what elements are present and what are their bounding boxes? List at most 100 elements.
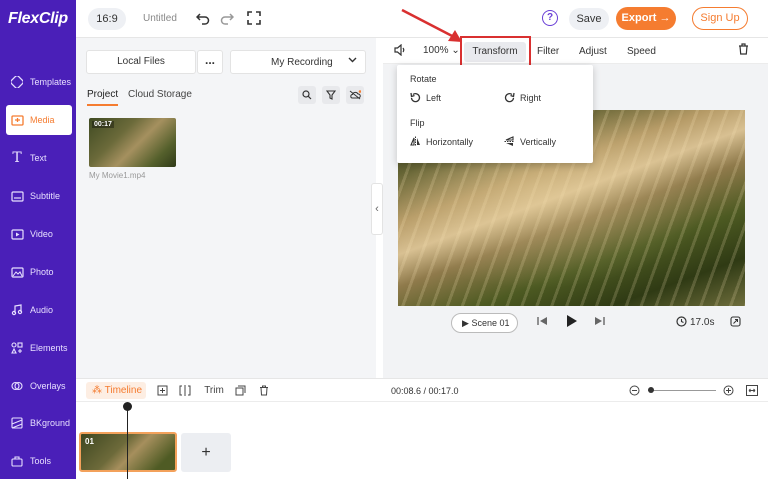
- sidebar-item-video[interactable]: Video: [6, 219, 72, 249]
- redo-icon[interactable]: [219, 10, 235, 26]
- zoom-slider-track[interactable]: [648, 390, 716, 391]
- video-icon: [10, 227, 24, 241]
- sidebar-item-text[interactable]: T Text: [6, 143, 72, 173]
- highlight-box: [460, 36, 531, 67]
- local-files-button[interactable]: Local Files: [86, 50, 196, 74]
- rotate-heading: Rotate: [410, 74, 437, 84]
- playhead-line[interactable]: [127, 405, 128, 479]
- sidebar-item-background[interactable]: BKground: [6, 408, 72, 438]
- undo-icon[interactable]: [195, 10, 211, 26]
- sidebar-item-label: Photo: [30, 267, 54, 277]
- sidebar-item-subtitle[interactable]: Subtitle: [6, 181, 72, 211]
- sidebar-item-overlays[interactable]: Overlays: [6, 371, 72, 401]
- export-button[interactable]: Export →: [616, 7, 676, 30]
- elements-icon: [10, 341, 24, 355]
- zoom-out-icon[interactable]: [628, 384, 640, 396]
- media-panel: Local Files ... My Recording Project Clo…: [76, 38, 376, 378]
- rotate-left-option[interactable]: Left: [410, 92, 441, 103]
- duplicate-icon[interactable]: [234, 384, 246, 396]
- cloud-off-icon[interactable]: [346, 86, 364, 104]
- project-title[interactable]: Untitled: [143, 13, 177, 24]
- text-icon: T: [12, 150, 22, 166]
- zoom-in-icon[interactable]: [722, 384, 734, 396]
- background-icon: [10, 416, 24, 430]
- audio-icon: [10, 303, 24, 317]
- help-icon[interactable]: ?: [542, 10, 558, 26]
- media-filename: My Movie1.mp4: [89, 171, 146, 180]
- sidebar-item-label: Elements: [30, 343, 68, 353]
- chevron-down-icon: [348, 55, 357, 67]
- more-options-button[interactable]: ...: [197, 50, 223, 74]
- logo-area: FlexClip: [0, 0, 76, 38]
- collapse-panel-button[interactable]: ‹: [371, 183, 383, 235]
- my-recording-dropdown[interactable]: My Recording: [230, 50, 366, 74]
- split-icon[interactable]: [179, 384, 191, 396]
- flip-vertical-option[interactable]: Vertically: [504, 136, 556, 147]
- clip-number: 01: [85, 437, 94, 446]
- scene-label: Scene 01: [471, 318, 510, 328]
- media-thumbnail[interactable]: 00:17: [89, 118, 176, 167]
- sidebar-item-label: Text: [30, 153, 47, 163]
- flip-vertical-icon: [504, 136, 515, 147]
- search-icon[interactable]: [298, 86, 316, 104]
- delete-icon[interactable]: [258, 384, 270, 396]
- playhead-handle[interactable]: [123, 402, 132, 411]
- previous-icon[interactable]: [537, 316, 548, 329]
- flip-horizontal-option[interactable]: Horizontally: [410, 136, 473, 147]
- fullscreen-icon[interactable]: [246, 10, 262, 26]
- timeline-clip[interactable]: 01: [79, 432, 177, 472]
- timeline-time: 00:08.6 / 00:17.0: [391, 386, 459, 396]
- sidebar-item-label: Audio: [30, 305, 54, 315]
- logo[interactable]: FlexClip: [8, 10, 68, 28]
- fit-timeline-icon[interactable]: [746, 384, 758, 396]
- flip-horizontal-label: Horizontally: [426, 136, 474, 147]
- play-icon[interactable]: [565, 314, 578, 331]
- sidebar-item-audio[interactable]: Audio: [6, 295, 72, 325]
- rotate-left-label: Left: [426, 92, 442, 103]
- sidebar-item-label: Subtitle: [30, 191, 61, 201]
- add-clip-button[interactable]: +: [181, 433, 231, 472]
- flip-vertical-label: Vertically: [520, 136, 557, 147]
- sidebar-item-tools[interactable]: Tools: [6, 446, 72, 476]
- photo-icon: [10, 265, 24, 279]
- overlays-icon: [10, 379, 24, 393]
- timeline-tab[interactable]: ⁂ Timeline: [86, 382, 146, 399]
- sidebar-item-elements[interactable]: Elements: [6, 333, 72, 363]
- save-button[interactable]: Save: [569, 8, 609, 30]
- tab-project[interactable]: Project: [87, 89, 119, 106]
- next-icon[interactable]: [594, 316, 605, 329]
- expand-preview-icon[interactable]: [730, 316, 741, 330]
- add-scene-icon[interactable]: [156, 384, 168, 396]
- sidebar-item-photo[interactable]: Photo: [6, 257, 72, 287]
- filter-button[interactable]: Filter: [537, 46, 559, 57]
- sidebar-item-label: Templates: [30, 77, 72, 87]
- templates-icon: [10, 75, 24, 89]
- trim-button[interactable]: Trim: [203, 384, 225, 396]
- sign-up-button[interactable]: Sign Up: [692, 7, 748, 30]
- volume-icon[interactable]: [394, 43, 407, 59]
- timeline-track: [76, 402, 768, 479]
- adjust-button[interactable]: Adjust: [579, 46, 607, 57]
- transform-menu: Rotate Left Right Flip Horizontally Vert…: [397, 65, 593, 163]
- filter-icon[interactable]: [322, 86, 340, 104]
- sidebar-item-label: Tools: [30, 456, 52, 466]
- scene-play-button[interactable]: ▶ Scene 01: [451, 313, 518, 333]
- aspect-ratio-button[interactable]: 16:9: [88, 8, 126, 30]
- sidebar-item-media[interactable]: Media: [6, 105, 72, 135]
- speed-button[interactable]: Speed: [627, 46, 656, 57]
- timeline-label: Timeline: [104, 385, 143, 396]
- zoom-select[interactable]: 100% ⌄: [423, 45, 460, 56]
- rotate-left-icon: [410, 92, 421, 103]
- sidebar-item-templates[interactable]: Templates: [6, 67, 72, 97]
- rotate-right-option[interactable]: Right: [504, 92, 541, 103]
- zoom-value: 100%: [423, 45, 449, 56]
- media-icon: [10, 113, 24, 127]
- subtitle-icon: [10, 189, 24, 203]
- trash-icon[interactable]: [738, 43, 749, 58]
- zoom-slider-handle[interactable]: [648, 387, 654, 393]
- tab-cloud-storage[interactable]: Cloud Storage: [128, 89, 192, 100]
- flip-horizontal-icon: [410, 136, 421, 147]
- clock-icon: [676, 316, 687, 330]
- chevron-down-icon: ⌄: [451, 45, 460, 56]
- media-duration: 00:17: [92, 121, 114, 128]
